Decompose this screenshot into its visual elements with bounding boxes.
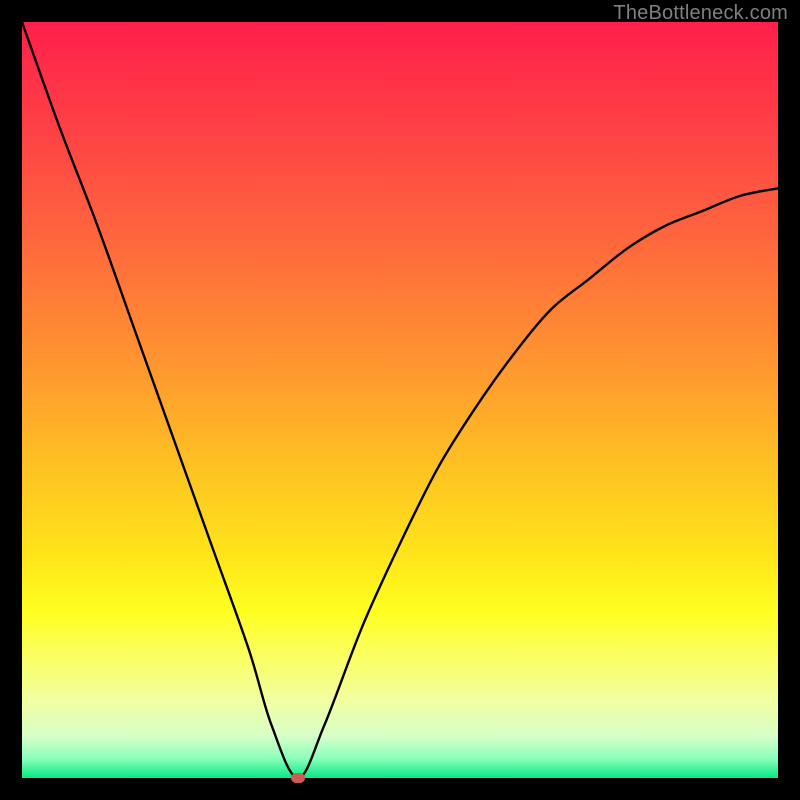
- optimal-point-marker: [291, 773, 305, 783]
- chart-stage: TheBottleneck.com: [0, 0, 800, 800]
- plot-area: [22, 22, 778, 778]
- bottleneck-curve: [22, 22, 778, 778]
